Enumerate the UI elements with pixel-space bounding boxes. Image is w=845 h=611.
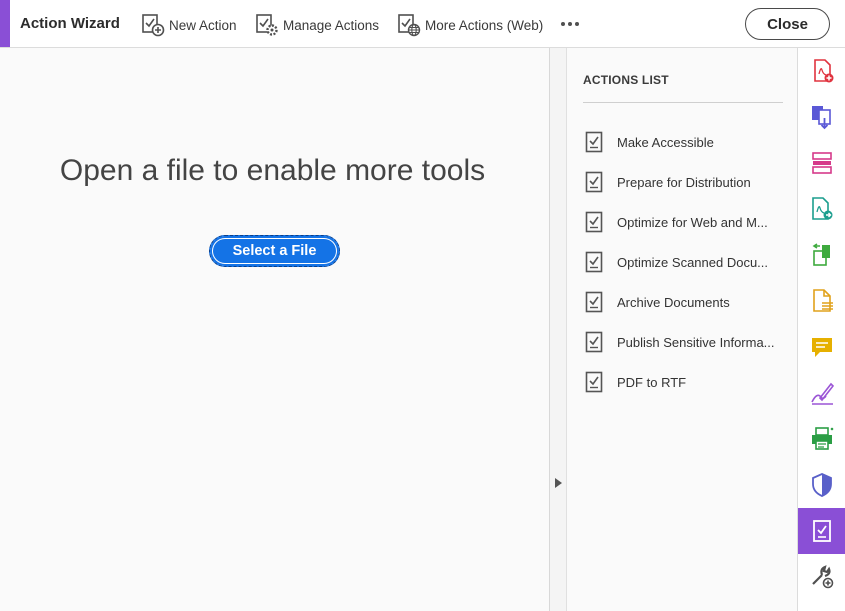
export-pdf-icon <box>811 197 832 220</box>
actions-list-panel: ACTIONS LIST Make Accessible Prepare for … <box>567 48 798 611</box>
new-action-icon <box>142 14 165 37</box>
action-list-item-label: Publish Sensitive Informa... <box>617 335 775 350</box>
new-action-button[interactable]: New Action <box>141 11 237 39</box>
action-checklist-icon <box>585 331 603 353</box>
action-checklist-icon <box>585 251 603 273</box>
fill-sign-icon <box>810 382 834 405</box>
manage-actions-label: Manage Actions <box>283 17 380 33</box>
actions-list: Make Accessible Prepare for Distribution O… <box>583 128 793 408</box>
more-options-button[interactable] <box>558 12 582 36</box>
collapse-arrow-icon[interactable] <box>554 478 563 488</box>
actions-list-title: ACTIONS LIST <box>583 73 669 87</box>
select-file-button[interactable]: Select a File <box>209 235 340 267</box>
tools-rail <box>798 48 845 611</box>
tool-rail-item[interactable] <box>798 140 845 186</box>
close-button[interactable]: Close <box>745 8 830 40</box>
tool-rail-item[interactable] <box>798 370 845 416</box>
empty-state-heading: Open a file to enable more tools <box>59 154 486 187</box>
ellipsis-icon <box>561 22 579 26</box>
manage-actions-icon <box>256 14 278 36</box>
toolbar-title: Action Wizard <box>20 15 120 32</box>
action-checklist-icon <box>585 211 603 233</box>
organize-pages-icon <box>811 152 832 174</box>
top-toolbar: Action Wizard New Action Manage Actions … <box>0 0 845 48</box>
tool-rail-item[interactable] <box>798 186 845 232</box>
action-list-item-label: Make Accessible <box>617 135 714 150</box>
tool-rail-item[interactable] <box>798 324 845 370</box>
action-list-item[interactable]: Make Accessible <box>583 128 793 168</box>
tool-rail-item[interactable] <box>798 554 845 600</box>
new-action-label: New Action <box>169 17 237 33</box>
action-list-item[interactable]: Publish Sensitive Informa... <box>583 328 793 368</box>
action-checklist-icon <box>585 131 603 153</box>
tool-rail-item[interactable] <box>798 462 845 508</box>
tool-rail-item[interactable] <box>798 508 845 554</box>
tool-rail-item[interactable] <box>798 278 845 324</box>
action-checklist-icon <box>585 291 603 313</box>
action-list-item[interactable]: Prepare for Distribution <box>583 168 793 208</box>
action-list-item[interactable]: Archive Documents <box>583 288 793 328</box>
action-list-item[interactable]: Optimize Scanned Docu... <box>583 248 793 288</box>
panel-collapse-strip <box>550 48 567 611</box>
action-list-item-label: Optimize Scanned Docu... <box>617 255 769 270</box>
tool-rail-item[interactable] <box>798 232 845 278</box>
scan-ocr-icon <box>812 289 833 312</box>
toolbar-accent-bar <box>0 0 10 47</box>
more-actions-web-icon <box>398 14 421 37</box>
print-production-icon <box>811 427 833 450</box>
actions-list-divider <box>583 102 783 103</box>
action-list-item-label: Prepare for Distribution <box>617 175 751 190</box>
manage-actions-button[interactable]: Manage Actions <box>255 11 379 39</box>
more-tools-icon <box>811 565 833 589</box>
action-checklist-icon <box>585 371 603 393</box>
protect-icon <box>811 473 832 497</box>
create-pdf-icon <box>813 59 833 83</box>
action-list-item[interactable]: PDF to RTF <box>583 368 793 408</box>
action-list-item-label: Optimize for Web and M... <box>617 215 768 230</box>
more-actions-web-button[interactable]: More Actions (Web) <box>397 11 543 39</box>
combine-files-icon <box>811 106 831 130</box>
more-actions-web-label: More Actions (Web) <box>425 17 544 33</box>
tool-rail-item[interactable] <box>798 48 845 94</box>
edit-pdf-icon <box>812 243 830 266</box>
action-wizard-icon <box>812 520 831 542</box>
document-area: Open a file to enable more tools Select … <box>0 48 550 611</box>
action-list-item-label: Archive Documents <box>617 295 730 310</box>
tool-rail-item[interactable] <box>798 94 845 140</box>
action-checklist-icon <box>585 171 603 193</box>
action-list-item-label: PDF to RTF <box>617 375 687 390</box>
comment-icon <box>811 338 832 357</box>
action-list-item[interactable]: Optimize for Web and M... <box>583 208 793 248</box>
tool-rail-item[interactable] <box>798 416 845 462</box>
